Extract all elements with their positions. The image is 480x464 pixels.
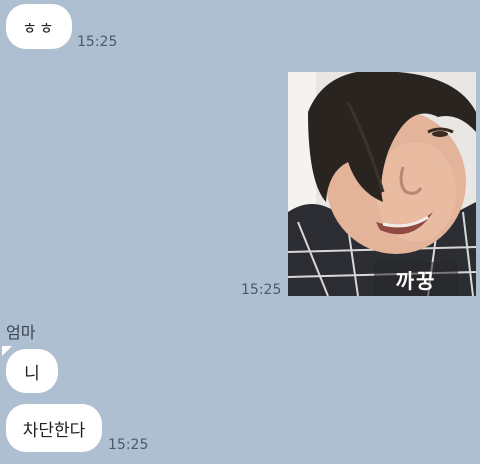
message-timestamp: 15:25 (77, 34, 118, 50)
message-bubble-incoming[interactable]: ㅎㅎ (6, 4, 72, 49)
message-bubble-incoming[interactable]: 니 (6, 349, 58, 393)
message-bubble-incoming[interactable]: 차단한다 (6, 404, 102, 452)
photo-message[interactable]: 까꿍 (288, 72, 476, 296)
photo-caption: 까꿍 (374, 262, 458, 296)
message-text: 차단한다 (22, 420, 86, 441)
sender-name: 엄마 (6, 323, 36, 342)
message-timestamp: 15:25 (108, 437, 149, 453)
message-text: 니 (24, 363, 40, 384)
message-timestamp: 15:25 (241, 282, 282, 298)
message-text: ㅎㅎ (22, 18, 56, 38)
